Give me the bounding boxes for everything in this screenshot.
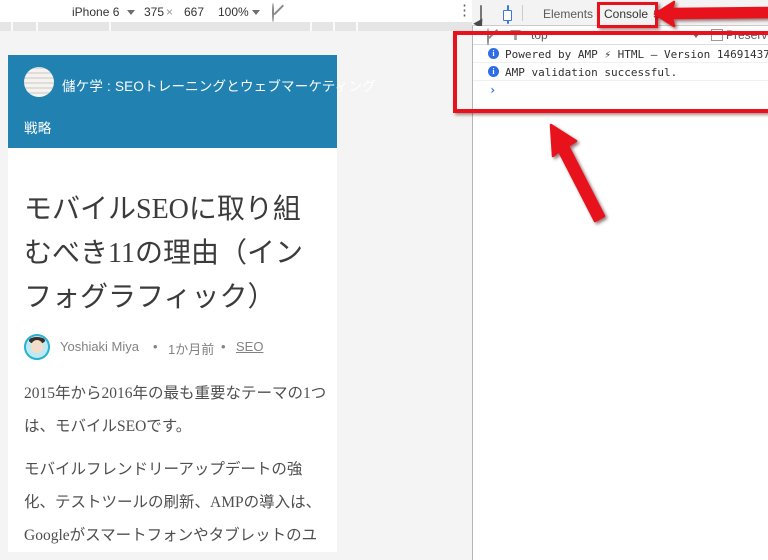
device-toolbar-menu-icon[interactable]: ⋮ bbox=[457, 3, 472, 19]
device-selector-caret-icon[interactable] bbox=[127, 10, 135, 15]
site-header-banner[interactable]: 儲ケ学 : SEOトレーニングとウェブマーケティング 戦略 bbox=[8, 55, 376, 148]
tabbar-divider bbox=[522, 5, 523, 21]
inspect-element-icon[interactable] bbox=[480, 5, 482, 24]
viewport-height-field[interactable]: 667 bbox=[184, 5, 204, 19]
viewport-width-field[interactable]: 375 bbox=[144, 5, 164, 19]
media-query-divider bbox=[356, 22, 358, 31]
article-byline: Yoshiaki Miya • 1か月前 • SEO bbox=[24, 334, 324, 360]
info-icon: i bbox=[488, 48, 499, 59]
media-query-divider bbox=[333, 22, 335, 31]
tab-console[interactable]: Console bbox=[604, 7, 648, 21]
device-toolbar-toggle-icon[interactable] bbox=[507, 5, 509, 24]
emulated-page: 儲ケ学 : SEOトレーニングとウェブマーケティング 戦略 モバイルSEOに取り… bbox=[8, 55, 376, 552]
site-logo-avatar[interactable] bbox=[24, 67, 54, 97]
media-query-divider bbox=[310, 22, 312, 31]
tab-network[interactable]: Network bbox=[706, 7, 750, 21]
site-title-line2[interactable]: 戦略 bbox=[24, 117, 51, 137]
device-selector[interactable]: iPhone 6 bbox=[72, 5, 119, 19]
media-query-bar[interactable] bbox=[0, 22, 472, 31]
byline-dot: • bbox=[221, 339, 226, 354]
media-query-divider bbox=[11, 22, 13, 31]
throttling-icon[interactable] bbox=[272, 3, 274, 22]
console-prompt-row[interactable]: › bbox=[473, 81, 768, 99]
media-query-divider bbox=[36, 22, 38, 31]
article-title-line: フォグラフィック） bbox=[24, 282, 276, 313]
console-message-text: AMP validation successful. bbox=[505, 66, 678, 79]
author-name[interactable]: Yoshiaki Miya bbox=[60, 339, 139, 354]
frame-context-caret-icon[interactable] bbox=[692, 33, 700, 38]
console-toolbar: top Preserve log bbox=[473, 26, 768, 47]
console-prompt-chevron: › bbox=[489, 83, 497, 97]
tab-timeline[interactable]: Timeline bbox=[762, 7, 768, 21]
zoom-selector[interactable]: 100% bbox=[218, 5, 249, 19]
article-title-line: むべき11の理由（イン bbox=[24, 238, 303, 269]
article-title: モバイルSEOに取り組 むべき11の理由（イン フォグラフィック） bbox=[24, 188, 326, 320]
console-message-text: Powered by AMP ⚡ HTML – Version 14691437… bbox=[505, 48, 768, 61]
article-paragraph: モバイルフレンドリーアップデートの強化、テストツールの刷新、AMPの導入は、Go… bbox=[24, 461, 322, 544]
article-date: 1か月前 bbox=[168, 342, 215, 357]
tab-sources[interactable]: Sources bbox=[653, 7, 697, 21]
site-title-line1[interactable]: 儲ケ学 : SEOトレーニングとウェブマーケティング bbox=[62, 75, 376, 95]
devtools-tabbar: Elements Console Sources Network Timelin… bbox=[472, 0, 768, 26]
media-query-divider bbox=[109, 22, 111, 31]
article-title-line: モバイルSEOに取り組 bbox=[24, 194, 301, 225]
author-avatar[interactable] bbox=[24, 334, 50, 360]
preserve-log-checkbox[interactable] bbox=[711, 29, 723, 41]
device-emulation-pane: iPhone 6 375 × 667 100% ⋮ 儲ケ学 : SEOトレーニン… bbox=[0, 0, 472, 560]
info-icon: i bbox=[488, 66, 499, 77]
filter-icon[interactable] bbox=[510, 30, 521, 40]
device-toolbar: iPhone 6 375 × 667 100% ⋮ bbox=[0, 0, 472, 22]
frame-context-select[interactable]: top bbox=[531, 28, 548, 42]
viewport-times-label: × bbox=[166, 5, 174, 19]
preserve-log-label[interactable]: Preserve log bbox=[726, 28, 768, 42]
console-message-row[interactable]: i AMP validation successful. bbox=[473, 63, 768, 81]
byline-dot: • bbox=[153, 339, 158, 354]
tab-elements[interactable]: Elements bbox=[543, 7, 593, 21]
article-paragraph: 2015年から2016年の最も重要なテーマの1つは、モバイルSEOです。 bbox=[24, 385, 327, 435]
category-link[interactable]: SEO bbox=[236, 339, 263, 354]
zoom-selector-caret-icon[interactable] bbox=[252, 10, 260, 15]
screenshot-root: iPhone 6 375 × 667 100% ⋮ 儲ケ学 : SEOトレーニン… bbox=[0, 0, 768, 560]
console-message-row[interactable]: i Powered by AMP ⚡ HTML – Version 146914… bbox=[473, 45, 768, 63]
